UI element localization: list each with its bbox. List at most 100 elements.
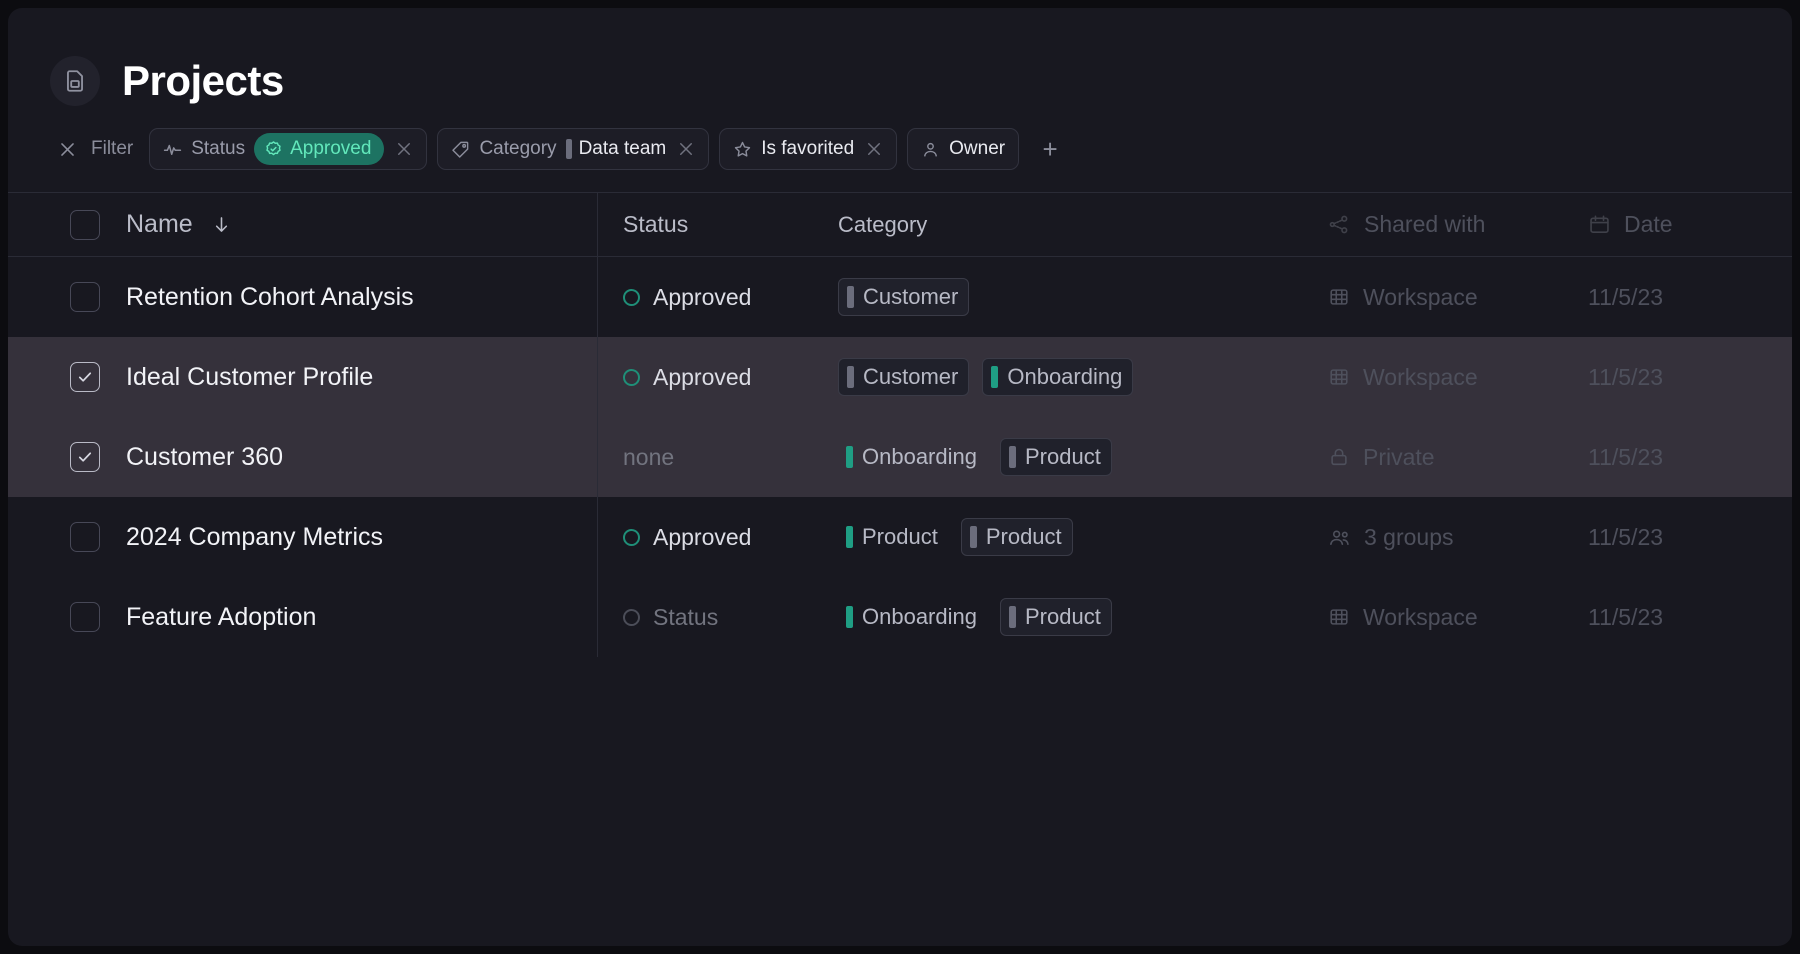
table-row[interactable]: 2024 Company Metrics Approved Product Pr… (8, 497, 1792, 577)
document-icon (50, 56, 100, 106)
filter-chip-value-pill[interactable]: Approved (254, 133, 384, 165)
row-shared-label: 3 groups (1364, 524, 1454, 551)
row-name-cell[interactable]: Feature Adoption (8, 577, 598, 657)
row-status-cell[interactable]: Approved (598, 284, 838, 311)
row-status-cell[interactable]: none (598, 444, 838, 471)
row-name-cell[interactable]: Retention Cohort Analysis (8, 257, 598, 337)
row-checkbox[interactable] (70, 362, 100, 392)
row-shared-cell[interactable]: 3 groups (1328, 524, 1588, 551)
filter-chip-category[interactable]: Category Data team (437, 128, 709, 170)
row-name-cell[interactable]: Ideal Customer Profile (8, 337, 598, 417)
row-checkbox[interactable] (70, 602, 100, 632)
row-date-label: 11/5/23 (1588, 604, 1663, 631)
row-checkbox[interactable] (70, 442, 100, 472)
column-header-status[interactable]: Status (598, 211, 838, 238)
category-tag[interactable]: Onboarding (982, 358, 1133, 396)
category-tag[interactable]: Onboarding (838, 438, 987, 476)
table-row[interactable]: Customer 360 none Onboarding Product (8, 417, 1792, 497)
category-tag[interactable]: Onboarding (838, 598, 987, 636)
tag-color-bar (846, 446, 853, 468)
tag-color-bar (1009, 446, 1016, 468)
row-status-cell[interactable]: Approved (598, 524, 838, 551)
row-name-cell[interactable]: Customer 360 (8, 417, 598, 497)
column-header-date[interactable]: Date (1588, 211, 1792, 238)
row-status-label: Status (653, 604, 718, 631)
filter-label: Filter (91, 138, 133, 160)
activity-icon (163, 140, 182, 159)
row-status-cell[interactable]: Status (598, 604, 838, 631)
filter-chip-is-favorited[interactable]: Is favorited (719, 128, 897, 170)
row-status-label: Approved (653, 284, 751, 311)
tag-color-bar (1009, 606, 1016, 628)
column-header-name[interactable]: Name (8, 193, 598, 256)
row-category-cell[interactable]: Customer Onboarding (838, 358, 1328, 396)
category-tag[interactable]: Product (1000, 598, 1112, 636)
row-status-cell[interactable]: Approved (598, 364, 838, 391)
column-header-status-label: Status (623, 211, 688, 238)
row-category-cell[interactable]: Product Product (838, 518, 1328, 556)
category-tag-label: Onboarding (862, 444, 977, 470)
arrow-down-icon[interactable] (211, 214, 232, 235)
table-row[interactable]: Feature Adoption Status Onboarding Produ… (8, 577, 1792, 657)
row-date-cell[interactable]: 11/5/23 (1588, 524, 1792, 551)
row-name-cell[interactable]: 2024 Company Metrics (8, 497, 598, 577)
category-tag[interactable]: Product (838, 518, 948, 556)
select-all-checkbox[interactable] (70, 210, 100, 240)
status-ring-icon (623, 609, 640, 626)
row-shared-cell[interactable]: Workspace (1328, 364, 1588, 391)
category-tag[interactable]: Product (961, 518, 1073, 556)
row-date-cell[interactable]: 11/5/23 (1588, 284, 1792, 311)
row-category-cell[interactable]: Customer (838, 278, 1328, 316)
add-filter-button[interactable]: + (1033, 132, 1067, 166)
category-tag[interactable]: Customer (838, 278, 969, 316)
row-date-label: 11/5/23 (1588, 524, 1663, 551)
workspace-icon (1328, 286, 1350, 308)
category-tag[interactable]: Customer (838, 358, 969, 396)
row-shared-label: Workspace (1363, 284, 1478, 311)
filter-chip-remove-category[interactable] (677, 140, 695, 158)
row-category-cell[interactable]: Onboarding Product (838, 438, 1328, 476)
category-tag-label: Product (862, 524, 938, 550)
filter-chip-value-text: Approved (290, 138, 371, 160)
table-row[interactable]: Ideal Customer Profile Approved Customer… (8, 337, 1792, 417)
row-date-cell[interactable]: 11/5/23 (1588, 364, 1792, 391)
status-ring-icon (623, 369, 640, 386)
calendar-icon (1588, 213, 1611, 236)
tag-color-bar (846, 526, 853, 548)
clear-filter-button[interactable]: Filter (58, 138, 133, 160)
filter-chip-remove-favorited[interactable] (865, 140, 883, 158)
tag-color-bar (847, 286, 854, 308)
row-checkbox[interactable] (70, 522, 100, 552)
tag-color-bar (970, 526, 977, 548)
bottom-fade-overlay (8, 857, 1792, 903)
row-category-cell[interactable]: Onboarding Product (838, 598, 1328, 636)
column-header-shared-with[interactable]: Shared with (1328, 211, 1588, 238)
row-shared-cell[interactable]: Private (1328, 444, 1588, 471)
status-ring-icon (623, 529, 640, 546)
filter-chip-value: Data team (566, 138, 667, 160)
row-date-cell[interactable]: 11/5/23 (1588, 604, 1792, 631)
row-date-label: 11/5/23 (1588, 284, 1663, 311)
row-shared-cell[interactable]: Workspace (1328, 284, 1588, 311)
star-icon (733, 140, 752, 159)
category-tag-label: Product (986, 524, 1062, 550)
category-tag[interactable]: Product (1000, 438, 1112, 476)
row-shared-cell[interactable]: Workspace (1328, 604, 1588, 631)
tag-color-bar (846, 606, 853, 628)
filter-bar: Filter Status Approved (8, 106, 1792, 170)
row-checkbox[interactable] (70, 282, 100, 312)
filter-chip-remove-status[interactable] (395, 140, 413, 158)
tag-icon (451, 140, 470, 159)
filter-chip-label: Category (479, 138, 556, 160)
row-date-label: 11/5/23 (1588, 364, 1663, 391)
row-status-label: Approved (653, 364, 751, 391)
column-header-name-label: Name (126, 210, 193, 239)
row-date-cell[interactable]: 11/5/23 (1588, 444, 1792, 471)
column-header-shared-label: Shared with (1364, 211, 1485, 238)
filter-chip-status[interactable]: Status Approved (149, 128, 427, 170)
column-header-category[interactable]: Category (838, 212, 1328, 238)
table-row[interactable]: Retention Cohort Analysis Approved Custo… (8, 257, 1792, 337)
row-status-label: none (623, 444, 674, 471)
filter-chip-owner[interactable]: Owner (907, 128, 1019, 170)
tag-color-bar (991, 366, 998, 388)
